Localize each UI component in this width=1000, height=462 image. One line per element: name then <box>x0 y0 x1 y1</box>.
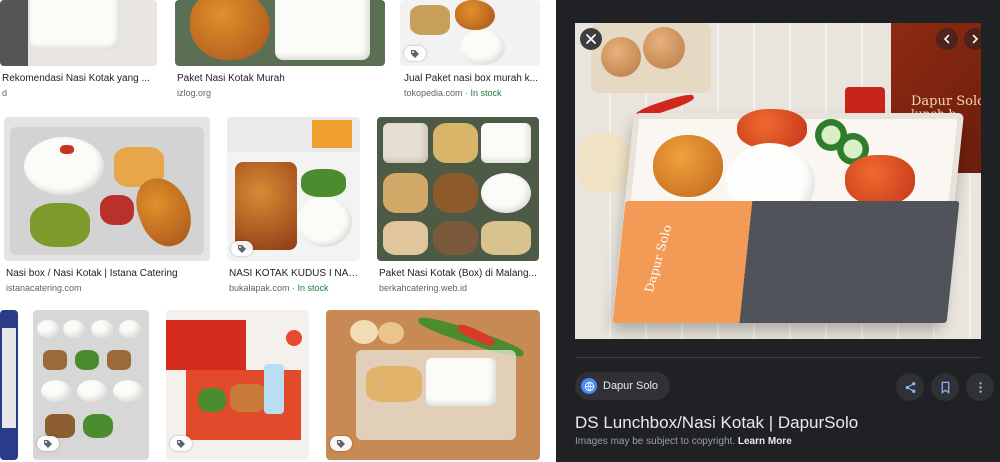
in-stock-label: In stock <box>470 88 502 98</box>
result-caption[interactable]: NASI KOTAK KUDUS I NASI ... <box>229 268 362 279</box>
result-image-6[interactable] <box>377 117 539 261</box>
save-button[interactable] <box>931 373 959 401</box>
result-image-9[interactable] <box>166 310 309 460</box>
lunchbox-front: Dapur Solo <box>612 201 960 323</box>
result-image-4[interactable] <box>4 117 210 261</box>
price-tag-icon <box>170 436 192 451</box>
result-caption[interactable]: Paket Nasi Kotak (Box) di Malang... <box>379 268 539 279</box>
result-image-1[interactable] <box>0 0 157 66</box>
result-caption[interactable]: Rekomendasi Nasi Kotak yang ... <box>2 73 157 84</box>
chevron-left-icon <box>943 34 950 44</box>
learn-more-link[interactable]: Learn More <box>738 436 792 447</box>
result-caption[interactable]: Jual Paket nasi box murah k... <box>404 73 540 84</box>
chevron-right-icon <box>972 34 979 44</box>
more-vert-icon <box>978 381 982 393</box>
share-button[interactable] <box>896 373 924 401</box>
result-source: tokopedia.com · In stock <box>404 88 502 98</box>
copyright-note: Images may be subject to copyright. Lear… <box>575 436 792 447</box>
close-button[interactable] <box>580 28 602 50</box>
result-image-8[interactable] <box>33 310 149 460</box>
image-preview-panel: Dapur Solo lunch b Dapur Solo Dapur Solo <box>556 0 1000 462</box>
price-tag-icon <box>231 241 253 256</box>
result-image-5[interactable] <box>227 117 360 261</box>
result-image-10[interactable] <box>326 310 540 460</box>
preview-title[interactable]: DS Lunchbox/Nasi Kotak | DapurSolo <box>575 413 858 433</box>
price-tag-icon <box>330 436 352 451</box>
price-tag-icon <box>404 46 426 61</box>
result-image-2[interactable] <box>175 0 385 66</box>
close-icon <box>586 34 596 44</box>
share-icon <box>905 381 915 393</box>
next-image-button[interactable] <box>964 28 986 50</box>
result-source: istanacatering.com <box>6 283 82 293</box>
globe-icon <box>581 378 597 394</box>
result-source: izlog.org <box>177 88 212 98</box>
source-chip[interactable]: Dapur Solo <box>575 372 671 400</box>
lunchbox-logo: Dapur Solo <box>641 223 675 294</box>
result-image-7[interactable] <box>0 310 18 460</box>
source-name: Dapur Solo <box>603 380 659 392</box>
previous-image-button[interactable] <box>936 28 958 50</box>
price-tag-icon <box>37 436 59 451</box>
result-caption[interactable]: Paket Nasi Kotak Murah <box>177 73 382 84</box>
result-source: berkahcatering.web.id <box>379 283 468 293</box>
panel-divider <box>575 357 981 358</box>
image-results-grid: Rekomendasi Nasi Kotak yang ... d Paket … <box>0 0 556 462</box>
preview-image[interactable]: Dapur Solo lunch b Dapur Solo <box>575 23 981 339</box>
bookmark-icon <box>941 381 949 394</box>
result-caption[interactable]: Nasi box / Nasi Kotak | Istana Catering <box>6 268 210 279</box>
result-source: d <box>2 88 8 98</box>
in-stock-label: In stock <box>297 283 329 293</box>
result-image-3[interactable] <box>400 0 540 66</box>
result-source: bukalapak.com · In stock <box>229 283 329 293</box>
more-options-button[interactable] <box>966 373 994 401</box>
